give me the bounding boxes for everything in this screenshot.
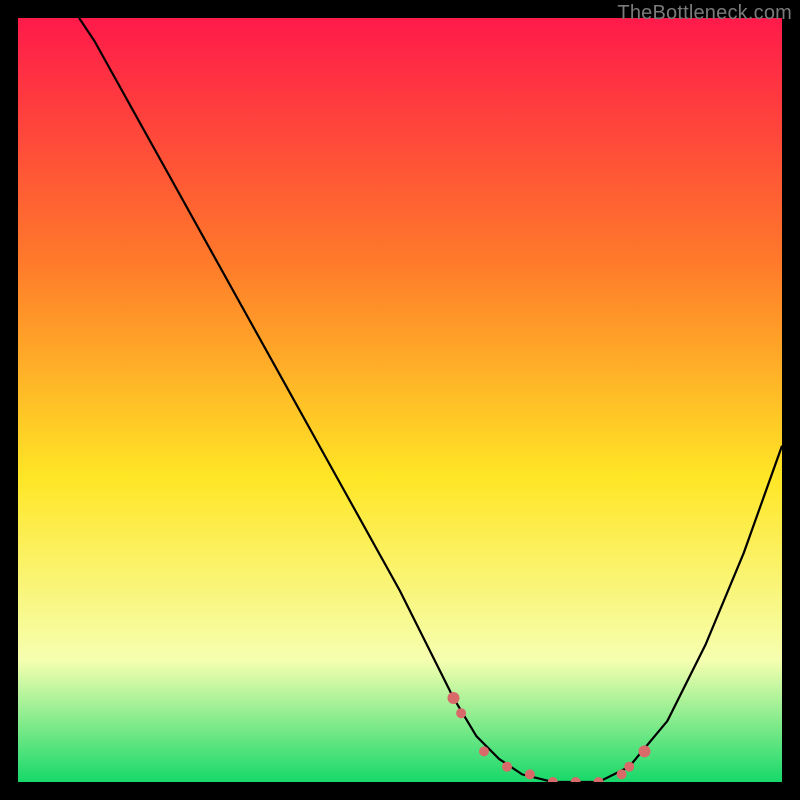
highlight-dot xyxy=(639,745,651,757)
highlight-dot xyxy=(456,708,466,718)
highlight-dot xyxy=(617,769,627,779)
highlight-dot xyxy=(479,746,489,756)
highlight-dot xyxy=(502,762,512,772)
gradient-background xyxy=(18,18,782,782)
highlight-dot xyxy=(525,769,535,779)
bottleneck-chart xyxy=(18,18,782,782)
highlight-dot xyxy=(448,692,460,704)
watermark-text: TheBottleneck.com xyxy=(617,2,792,25)
chart-frame xyxy=(18,18,782,782)
highlight-dot xyxy=(624,762,634,772)
